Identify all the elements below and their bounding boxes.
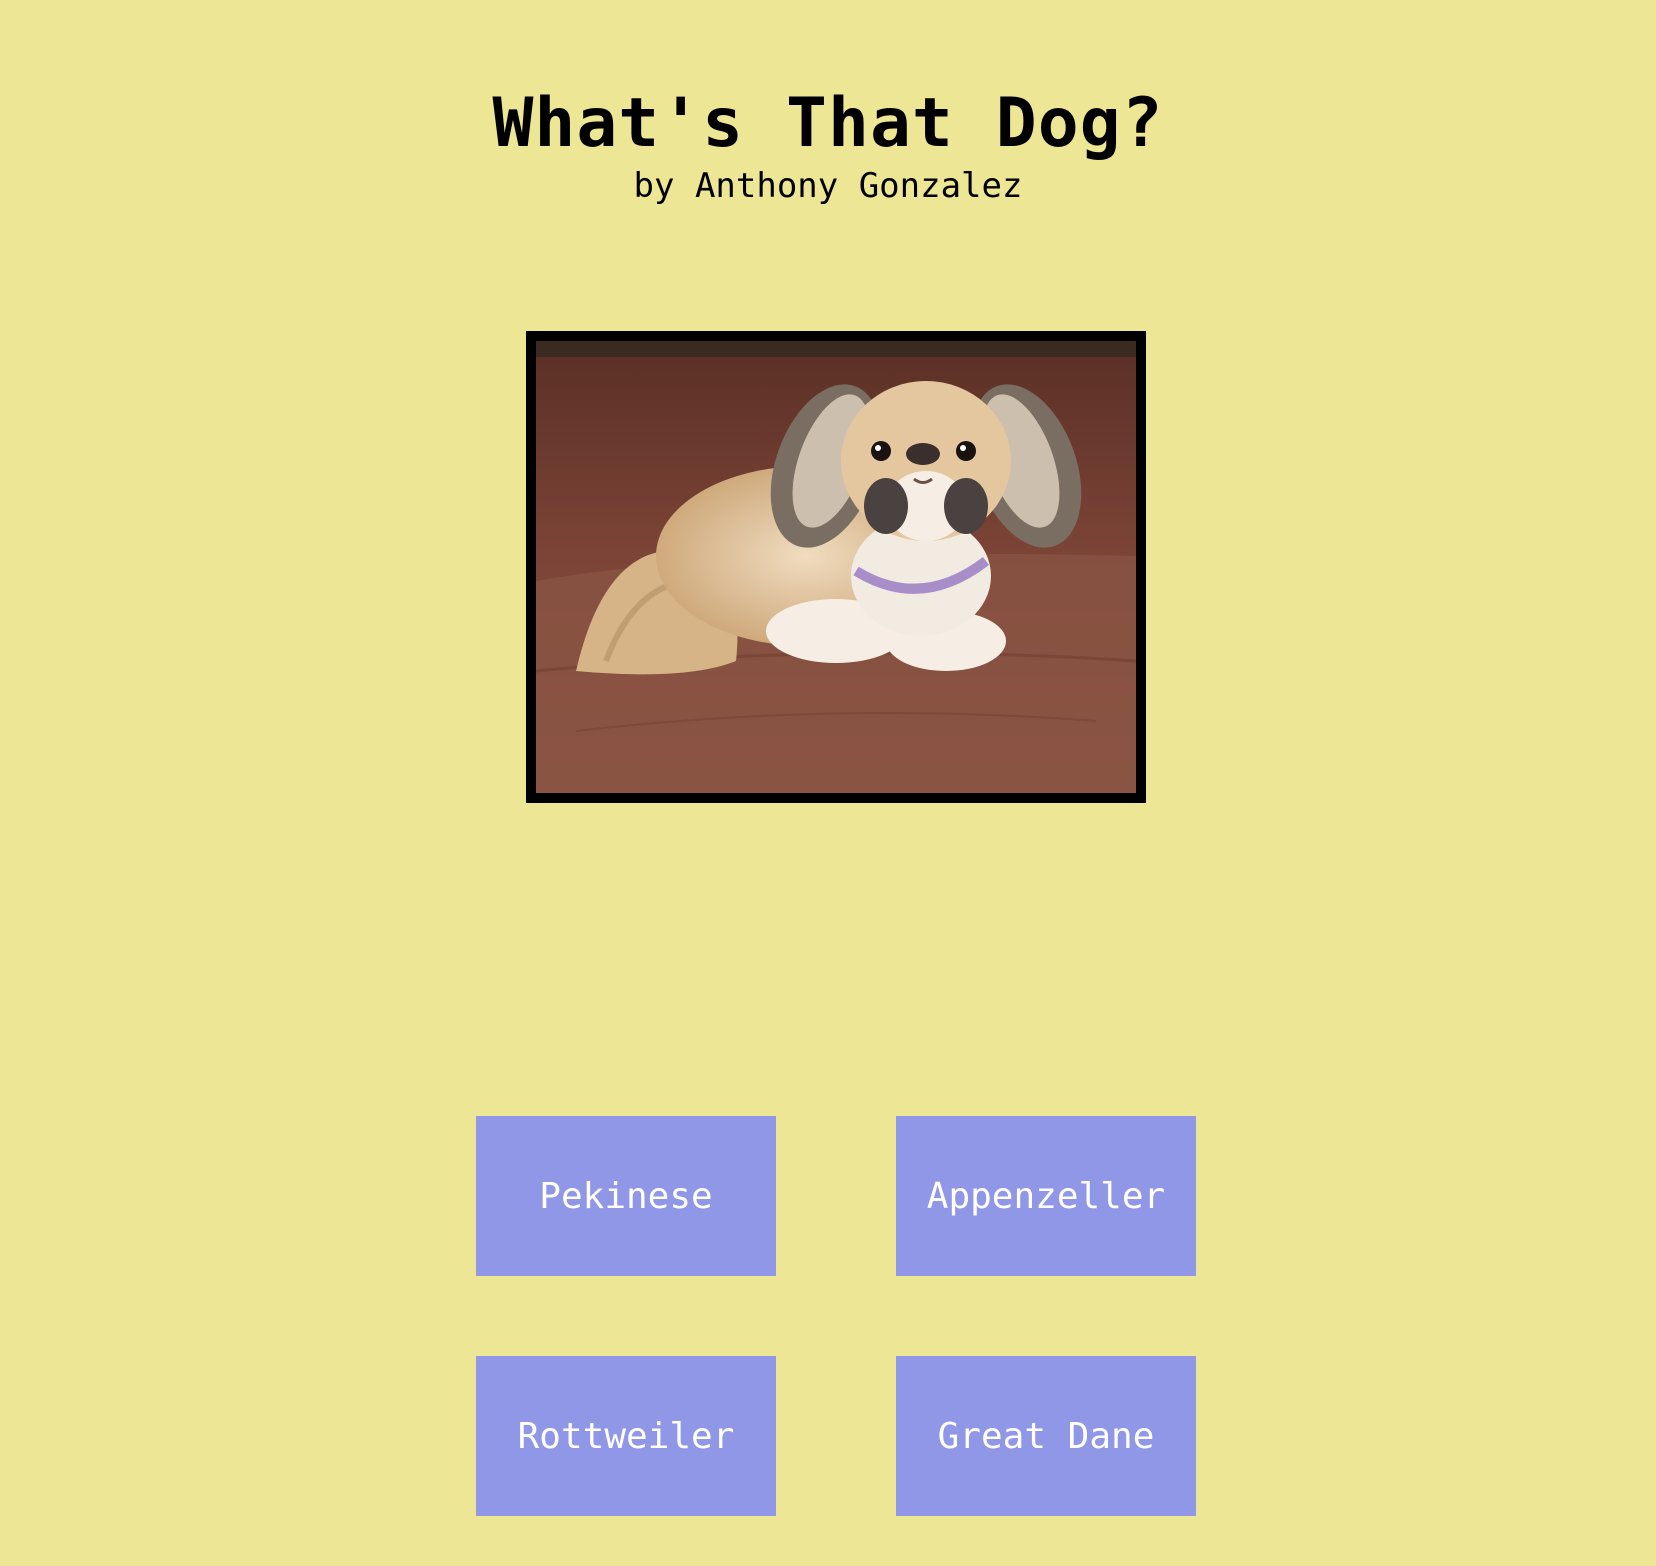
page-title: What's That Dog? bbox=[492, 83, 1164, 163]
choice-button-pekinese[interactable]: Pekinese bbox=[476, 1116, 776, 1276]
choice-button-appenzeller[interactable]: Appenzeller bbox=[896, 1116, 1196, 1276]
dog-photo-image bbox=[536, 341, 1136, 793]
author-byline: by Anthony Gonzalez bbox=[633, 166, 1023, 206]
choice-button-great-dane[interactable]: Great Dane bbox=[896, 1356, 1196, 1516]
dog-photo bbox=[526, 331, 1146, 803]
choice-button-rottweiler[interactable]: Rottweiler bbox=[476, 1356, 776, 1516]
